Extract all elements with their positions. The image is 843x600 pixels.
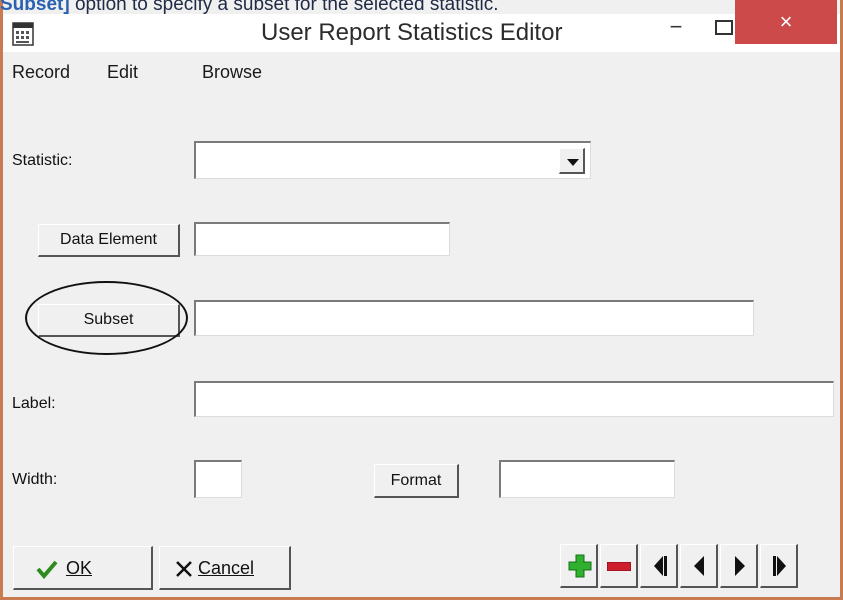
maximize-icon [715,20,733,35]
label-label: Label: [12,395,56,412]
next-record-icon [735,556,745,576]
minimize-icon: − [669,14,683,39]
close-button[interactable]: × [735,0,837,44]
data-element-button[interactable]: Data Element [38,224,180,257]
first-record-icon [654,556,667,576]
next-record-button[interactable] [720,544,758,588]
minus-icon [607,562,631,571]
first-record-button[interactable] [640,544,678,588]
menu-bar: Record Edit Browse [3,52,840,96]
width-field[interactable] [194,460,242,498]
delete-record-button[interactable] [600,544,638,588]
add-record-button[interactable] [560,544,598,588]
menu-record[interactable]: Record [12,62,70,83]
previous-record-button[interactable] [680,544,718,588]
editor-window: User Report Statistics Editor − × Record… [0,0,843,600]
title-bar[interactable]: User Report Statistics Editor − × [3,0,840,52]
button-bar: OK Cancel [3,542,840,597]
width-label: Width: [12,471,58,488]
data-element-field[interactable] [194,222,450,256]
x-icon [176,561,192,577]
menu-edit[interactable]: Edit [107,62,138,83]
window-title: User Report Statistics Editor [261,19,563,46]
caption-text: option to specify a subset for the selec… [69,0,499,15]
cancel-label: Cancel [198,558,255,578]
menu-browse[interactable]: Browse [202,62,262,83]
app-icon [12,22,34,46]
highlight-ellipse [25,281,188,355]
ok-label: OK [66,558,93,578]
statistic-dropdown[interactable] [194,141,591,179]
dropdown-button[interactable] [559,148,585,174]
instruction-caption: Subset] option to specify a subset for t… [0,0,498,16]
last-record-button[interactable] [760,544,798,588]
caption-highlight: Subset] [0,0,70,15]
statistic-label: Statistic: [12,152,73,169]
cancel-button[interactable]: Cancel [159,546,291,590]
minimize-button[interactable]: − [661,14,691,44]
close-icon: × [779,9,793,34]
checkmark-icon [36,560,58,579]
plus-icon [568,554,592,578]
label-field[interactable] [194,381,834,417]
ok-button[interactable]: OK [13,546,153,590]
previous-record-icon [694,556,704,576]
format-field[interactable] [499,460,675,498]
chevron-down-icon [567,159,579,166]
subset-field[interactable] [194,300,754,336]
last-record-icon [773,556,786,576]
format-button[interactable]: Format [374,464,459,498]
